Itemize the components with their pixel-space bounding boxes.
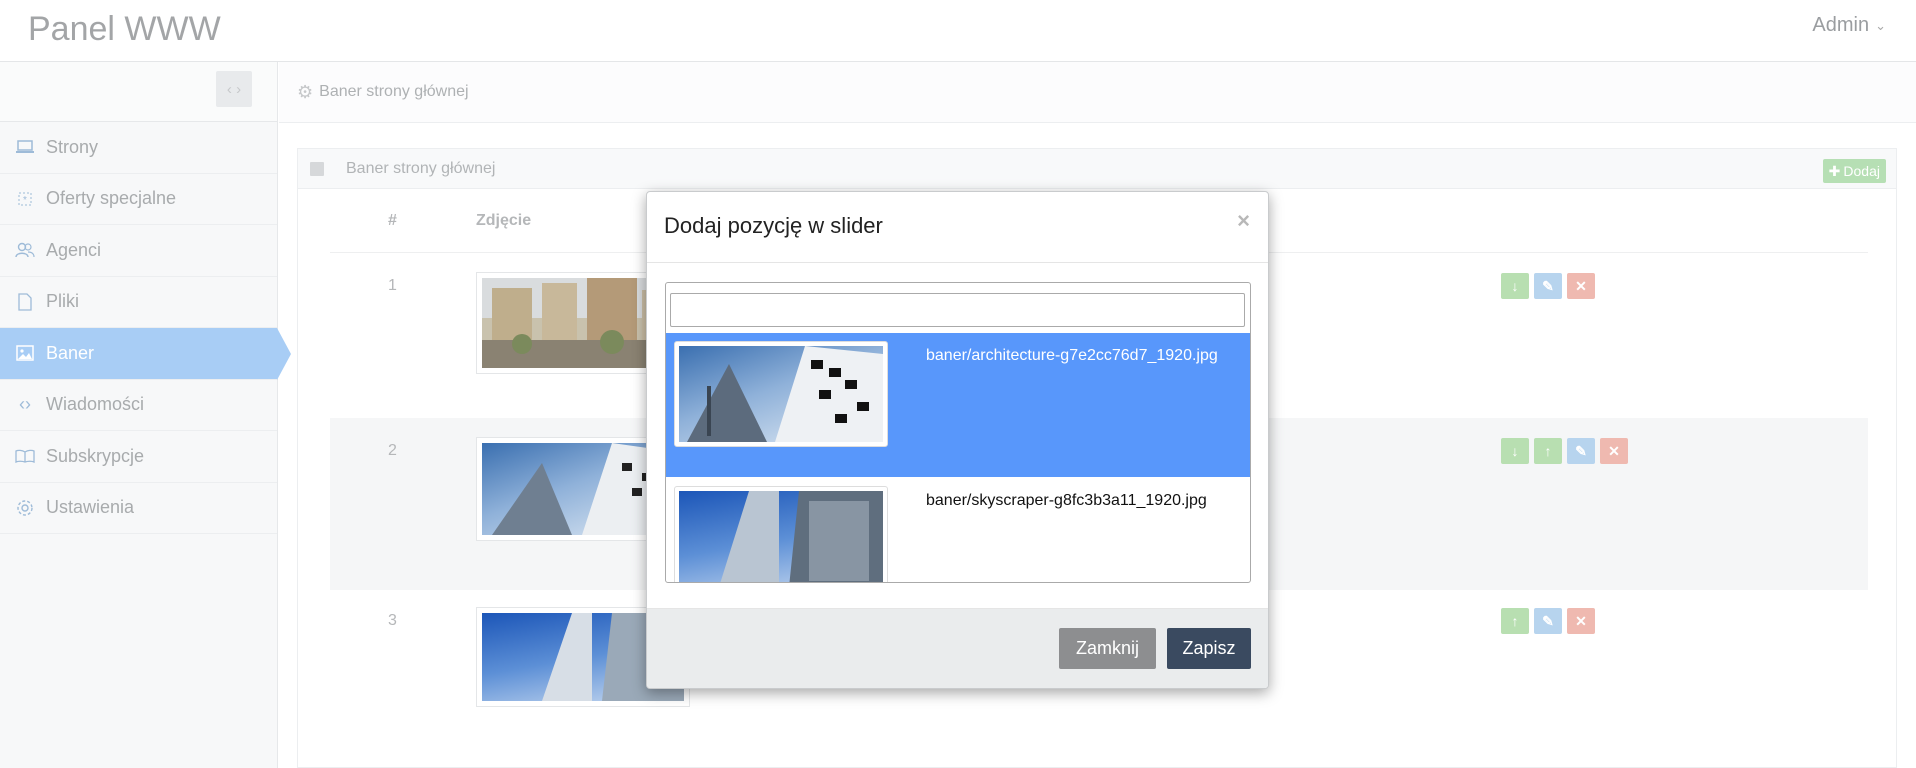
column-header-number: #: [388, 212, 397, 229]
file-icon: [14, 291, 36, 313]
image-search-input[interactable]: [670, 293, 1245, 327]
row-number: 3: [388, 612, 397, 629]
option-thumbnail: [674, 486, 888, 582]
sidebar-item-subskrypcje[interactable]: Subskrypcje: [0, 431, 277, 483]
row-number: 1: [388, 277, 397, 294]
modal-footer: Zamknij Zapisz: [647, 608, 1268, 688]
code-icon: ‹ ›: [226, 80, 242, 98]
plus-icon: ✚: [1828, 162, 1841, 179]
row-actions: ↓ ✎ ✕: [1501, 273, 1595, 299]
modal-close-button[interactable]: ×: [1237, 208, 1250, 234]
move-up-button[interactable]: ↑: [1534, 438, 1562, 464]
panel-title: Baner strony głównej: [346, 159, 496, 177]
add-button-label: Dodaj: [1843, 163, 1880, 179]
arrow-up-icon: ↑: [1544, 443, 1552, 459]
option-filename: baner/architecture-g7e2cc76d7_1920.jpg: [926, 347, 1218, 364]
users-icon: [14, 239, 36, 261]
row-actions: ↓ ↑ ✎ ✕: [1501, 438, 1628, 464]
close-button[interactable]: Zamknij: [1059, 628, 1156, 669]
add-button[interactable]: ✚ Dodaj: [1822, 159, 1886, 183]
arrow-down-icon: ↓: [1511, 443, 1519, 459]
code-icon: ‹›: [19, 394, 31, 415]
image-option[interactable]: baner/architecture-g7e2cc76d7_1920.jpg: [666, 333, 1250, 477]
modal-body: baner/architecture-g7e2cc76d7_1920.jpg b…: [647, 264, 1268, 598]
sidebar-header: ‹ ›: [0, 62, 277, 122]
close-icon: ✕: [1608, 442, 1620, 459]
save-button[interactable]: Zapisz: [1167, 628, 1251, 669]
edit-button[interactable]: ✎: [1567, 438, 1595, 464]
close-icon: ✕: [1575, 612, 1587, 629]
arrow-up-icon: ↑: [1511, 613, 1519, 629]
image-option[interactable]: baner/skyscraper-g8fc3b3a11_1920.jpg: [666, 478, 1250, 582]
user-menu[interactable]: Admin ⌄: [1812, 14, 1886, 37]
svg-text:*: *: [23, 195, 27, 206]
edit-icon: ✎: [1575, 442, 1587, 459]
sidebar-item-label: Agenci: [46, 239, 102, 260]
book-icon: [14, 445, 36, 467]
gear-icon: ⚙: [297, 81, 314, 102]
move-up-button[interactable]: ↑: [1501, 608, 1529, 634]
sidebar-item-label: Oferty specjalne: [46, 188, 177, 209]
modal-title: Dodaj pozycję w slider: [664, 213, 883, 238]
edit-button[interactable]: ✎: [1534, 608, 1562, 634]
modal-header: Dodaj pozycję w slider ×: [647, 192, 1268, 263]
top-bar: Panel WWW Admin ⌄: [0, 0, 1916, 62]
sidebar-item-label: Baner: [46, 342, 95, 363]
sidebar-item-wiadomosci[interactable]: ‹› Wiadomości: [0, 380, 277, 431]
gear-icon: [14, 497, 36, 519]
arrow-down-icon: ↓: [1511, 278, 1519, 294]
delete-button[interactable]: ✕: [1567, 273, 1595, 299]
image-icon: [310, 161, 324, 176]
panel-header: Baner strony głównej ✚ Dodaj: [298, 149, 1896, 189]
option-filename: baner/skyscraper-g8fc3b3a11_1920.jpg: [926, 492, 1207, 509]
sidebar-item-label: Subskrypcje: [46, 445, 145, 466]
sidebar-item-baner[interactable]: Baner: [0, 328, 291, 380]
sidebar-item-oferty-specjalne[interactable]: * Oferty specjalne: [0, 174, 277, 225]
laptop-icon: [14, 136, 36, 158]
sidebar: ‹ › Strony * Oferty specjalne Agenci Pli…: [0, 62, 291, 768]
add-slider-item-modal: Dodaj pozycję w slider × baner/architect…: [646, 191, 1269, 689]
option-thumbnail: [674, 341, 888, 447]
sidebar-item-ustawienia[interactable]: Ustawienia: [0, 483, 277, 534]
user-name: Admin: [1812, 14, 1870, 36]
sidebar-toggle-button[interactable]: ‹ ›: [216, 71, 252, 107]
brand-logo[interactable]: Panel WWW: [28, 10, 221, 49]
row-number: 2: [388, 442, 397, 459]
image-icon: [14, 342, 36, 364]
move-down-button[interactable]: ↓: [1501, 438, 1529, 464]
sidebar-item-label: Wiadomości: [46, 394, 145, 415]
sidebar-item-label: Pliki: [46, 291, 80, 312]
edit-icon: ✎: [1542, 277, 1554, 294]
chevron-down-icon: ⌄: [1875, 17, 1886, 33]
column-header-photo: Zdjęcie: [476, 212, 532, 229]
architecture-photo-image: [679, 346, 883, 442]
close-icon: ✕: [1575, 277, 1587, 294]
delete-button[interactable]: ✕: [1567, 608, 1595, 634]
edit-button[interactable]: ✎: [1534, 273, 1562, 299]
sidebar-item-agenci[interactable]: Agenci: [0, 225, 277, 277]
sidebar-item-label: Strony: [46, 136, 99, 157]
star-icon: *: [14, 188, 36, 210]
image-picker[interactable]: baner/architecture-g7e2cc76d7_1920.jpg b…: [665, 282, 1251, 583]
sidebar-item-strony[interactable]: Strony: [0, 122, 277, 174]
delete-button[interactable]: ✕: [1600, 438, 1628, 464]
edit-icon: ✎: [1542, 612, 1554, 629]
sidebar-item-pliki[interactable]: Pliki: [0, 277, 277, 328]
sidebar-item-label: Ustawienia: [46, 497, 135, 518]
skyscraper-photo-image: [679, 491, 883, 582]
breadcrumb-label[interactable]: Baner strony głównej: [319, 83, 468, 101]
move-down-button[interactable]: ↓: [1501, 273, 1529, 299]
breadcrumb: ⚙ Baner strony głównej: [279, 62, 1916, 123]
row-actions: ↑ ✎ ✕: [1501, 608, 1595, 634]
